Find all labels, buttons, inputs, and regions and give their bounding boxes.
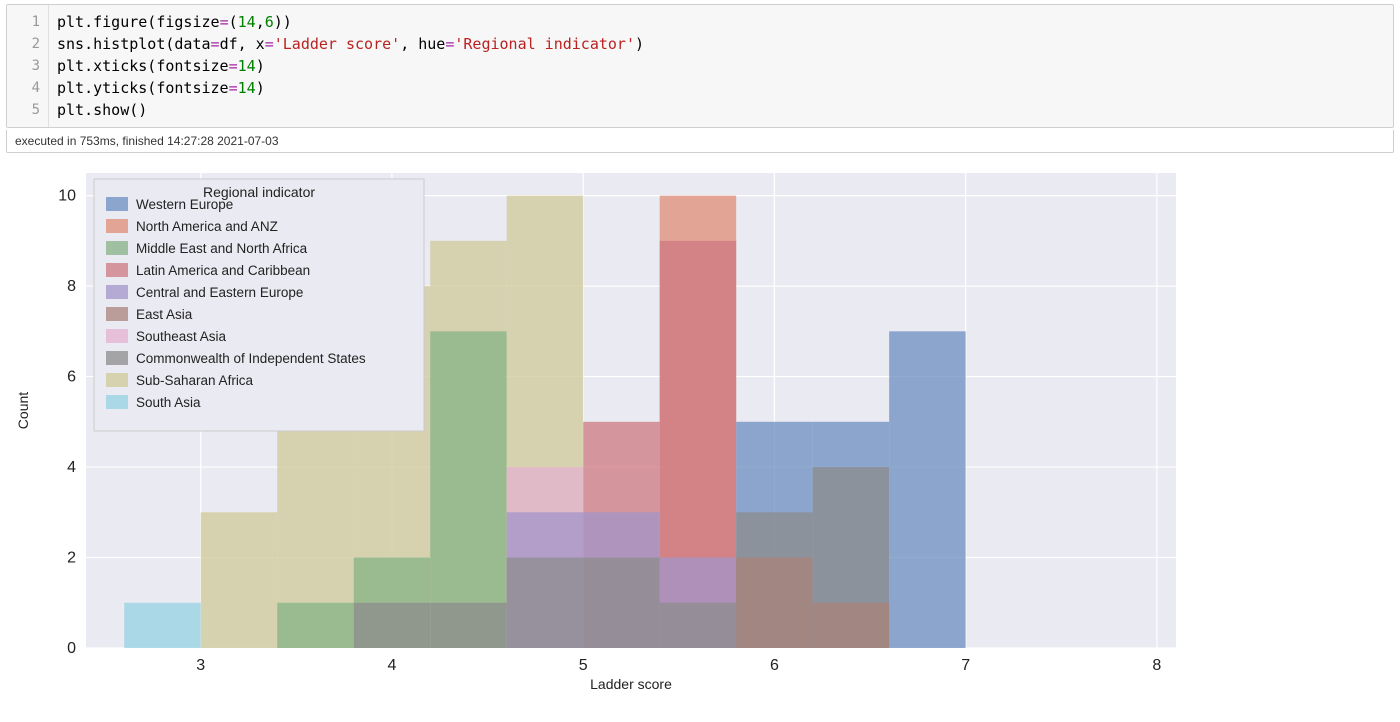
y-tick-label: 6 bbox=[67, 369, 76, 386]
x-tick-label: 7 bbox=[961, 657, 970, 674]
legend-label: Central and Eastern Europe bbox=[136, 285, 303, 300]
y-tick-label: 2 bbox=[67, 550, 76, 567]
bar bbox=[430, 331, 506, 648]
legend-label: Sub-Saharan Africa bbox=[136, 373, 254, 388]
bar bbox=[583, 558, 659, 648]
bar bbox=[124, 603, 200, 648]
output-figure: 0246810345678Ladder scoreCountRegional i… bbox=[6, 163, 1394, 696]
legend-swatch bbox=[106, 307, 128, 321]
x-tick-label: 4 bbox=[388, 657, 397, 674]
legend-label: Middle East and North Africa bbox=[136, 241, 308, 256]
bar bbox=[430, 603, 506, 648]
x-tick-label: 6 bbox=[770, 657, 779, 674]
legend-swatch bbox=[106, 263, 128, 277]
x-tick-label: 5 bbox=[579, 657, 588, 674]
x-axis-label: Ladder score bbox=[590, 676, 672, 692]
y-axis-label: Count bbox=[15, 392, 31, 429]
legend-swatch bbox=[106, 351, 128, 365]
legend-box bbox=[94, 179, 424, 431]
line-number-gutter: 1 2 3 4 5 bbox=[7, 5, 49, 127]
bar bbox=[660, 603, 736, 648]
legend-label: North America and ANZ bbox=[136, 219, 278, 234]
bar bbox=[354, 603, 430, 648]
bar bbox=[736, 558, 812, 648]
bar bbox=[277, 603, 353, 648]
y-tick-label: 4 bbox=[67, 459, 76, 476]
bar bbox=[889, 331, 965, 648]
legend-label: Commonwealth of Independent States bbox=[136, 351, 366, 366]
bar bbox=[201, 512, 277, 648]
bar bbox=[507, 558, 583, 648]
bar bbox=[813, 603, 889, 648]
code-cell[interactable]: 1 2 3 4 5 plt.figure(figsize=(14,6)) sns… bbox=[6, 4, 1394, 128]
legend-label: Latin America and Caribbean bbox=[136, 263, 310, 278]
legend-swatch bbox=[106, 395, 128, 409]
histogram-chart: 0246810345678Ladder scoreCountRegional i… bbox=[6, 163, 1196, 693]
legend-label: South Asia bbox=[136, 395, 201, 410]
legend-swatch bbox=[106, 197, 128, 211]
code-editor[interactable]: plt.figure(figsize=(14,6)) sns.histplot(… bbox=[49, 5, 1393, 127]
y-tick-label: 8 bbox=[67, 278, 76, 295]
legend-swatch bbox=[106, 219, 128, 233]
legend-label: Western Europe bbox=[136, 197, 233, 212]
y-tick-label: 0 bbox=[67, 640, 76, 657]
legend-swatch bbox=[106, 329, 128, 343]
legend-swatch bbox=[106, 241, 128, 255]
legend-label: East Asia bbox=[136, 307, 193, 322]
x-tick-label: 3 bbox=[196, 657, 205, 674]
y-tick-label: 10 bbox=[58, 188, 76, 205]
legend-label: Southeast Asia bbox=[136, 329, 227, 344]
x-tick-label: 8 bbox=[1152, 657, 1161, 674]
execution-status: executed in 753ms, finished 14:27:28 202… bbox=[6, 130, 1394, 153]
legend-swatch bbox=[106, 373, 128, 387]
legend-swatch bbox=[106, 285, 128, 299]
